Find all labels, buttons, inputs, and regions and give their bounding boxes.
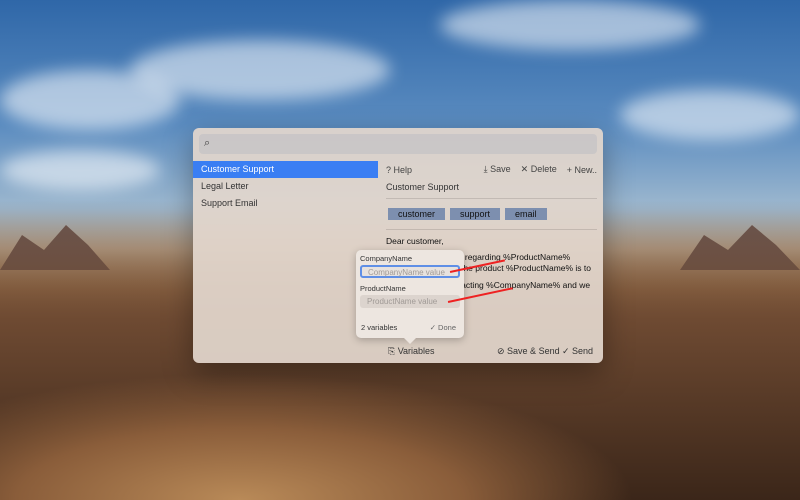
tag[interactable]: support bbox=[450, 208, 501, 220]
sidebar-item-legal-letter[interactable]: Legal Letter bbox=[193, 178, 378, 195]
variables-label: Variables bbox=[397, 346, 435, 356]
cloud bbox=[440, 0, 700, 50]
cloud bbox=[130, 40, 390, 100]
new-button[interactable]: + New.. bbox=[567, 165, 597, 175]
delete-button[interactable]: ✕ Delete bbox=[521, 164, 557, 175]
cloud bbox=[0, 150, 160, 190]
sidebar-item-customer-support[interactable]: Customer Support bbox=[193, 161, 378, 178]
tag[interactable]: customer bbox=[388, 208, 446, 220]
body-line: Dear customer, bbox=[386, 236, 444, 246]
help-button[interactable]: ? Help bbox=[386, 165, 412, 175]
save-send-label: Save & Send bbox=[507, 346, 560, 356]
save-send-button[interactable]: ⊘ Save & Send bbox=[497, 346, 560, 357]
sidebar: Customer Support Legal Letter Support Em… bbox=[193, 161, 378, 212]
cloud bbox=[620, 90, 800, 140]
search-input[interactable]: ⌕ bbox=[199, 134, 597, 154]
sidebar-item-support-email[interactable]: Support Email bbox=[193, 195, 378, 212]
variables-button[interactable]: ⎘ Variables bbox=[388, 346, 435, 357]
company-name-label: CompanyName bbox=[360, 254, 413, 263]
search-icon: ⌕ bbox=[204, 137, 211, 149]
save-button[interactable]: ⤓ Save bbox=[484, 164, 511, 175]
variables-popover: CompanyName CompanyName value ProductNam… bbox=[356, 250, 464, 344]
snippet-title[interactable]: Customer Support bbox=[386, 182, 597, 192]
product-name-label: ProductName bbox=[360, 284, 406, 293]
done-button[interactable]: ✓ Done bbox=[430, 323, 456, 332]
company-name-input[interactable]: CompanyName value bbox=[360, 265, 460, 278]
tag[interactable]: email bbox=[505, 208, 547, 220]
product-name-input[interactable]: ProductName value bbox=[360, 295, 460, 308]
send-button[interactable]: ✓ Send bbox=[562, 346, 593, 357]
variable-count: 2 variables bbox=[361, 323, 398, 332]
